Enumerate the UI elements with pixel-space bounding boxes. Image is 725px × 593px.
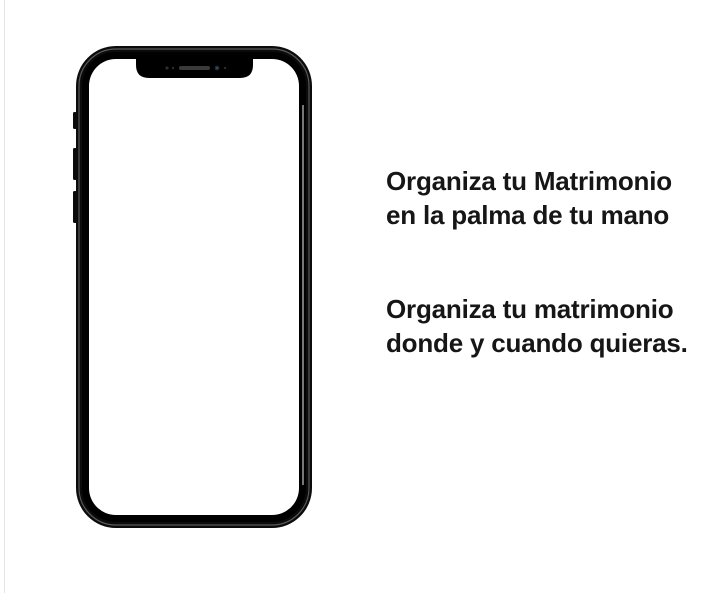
sensor-dot bbox=[171, 66, 175, 70]
smartphone-icon bbox=[73, 46, 312, 528]
headline-organize-anywhere: Organiza tu matrimonio donde y cuando qu… bbox=[386, 292, 688, 360]
headline-organize-in-hand: Organiza tu Matrimonio en la palma de tu… bbox=[386, 164, 672, 232]
headline-2-line-2: donde y cuando quieras. bbox=[386, 328, 688, 358]
headline-2-line-1: Organiza tu matrimonio bbox=[386, 294, 674, 324]
sensor-dot bbox=[165, 66, 169, 70]
headline-1-line-2: en la palma de tu mano bbox=[386, 200, 670, 230]
phone-screen bbox=[89, 59, 299, 515]
headline-1-line-1: Organiza tu Matrimonio bbox=[386, 166, 672, 196]
phone-mockup bbox=[70, 45, 314, 529]
left-divider bbox=[4, 0, 5, 593]
sensor-dot bbox=[223, 66, 227, 70]
speaker-grille bbox=[179, 66, 210, 70]
